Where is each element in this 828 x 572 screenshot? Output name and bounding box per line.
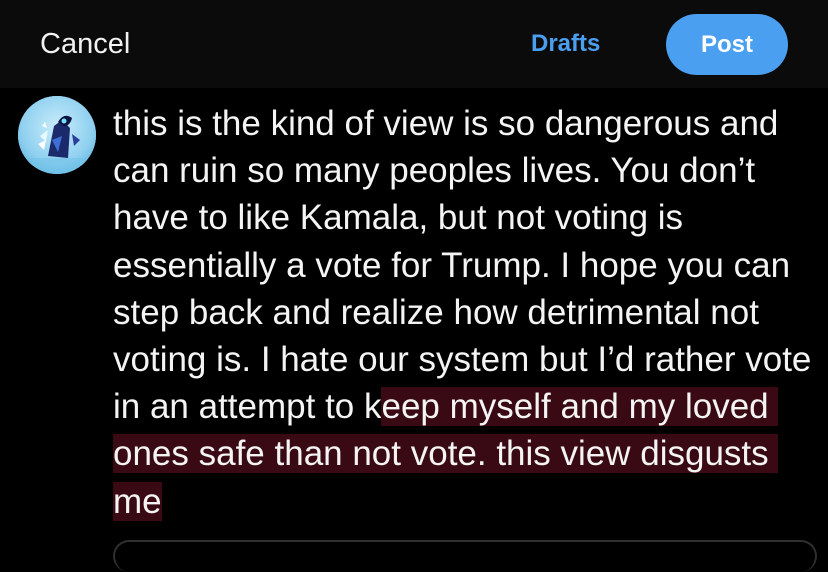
compose-header: Cancel Drafts Post	[0, 0, 828, 88]
post-text-field[interactable]: this is the kind of view is so dangerous…	[113, 100, 818, 525]
post-text: this is the kind of view is so dangerous…	[113, 104, 822, 427]
attachment-area-edge	[113, 540, 817, 572]
avatar[interactable]	[18, 96, 96, 174]
cancel-button[interactable]: Cancel	[40, 26, 130, 62]
drafts-button[interactable]: Drafts	[531, 27, 600, 61]
post-button[interactable]: Post	[666, 14, 788, 75]
avatar-icon	[18, 96, 96, 174]
